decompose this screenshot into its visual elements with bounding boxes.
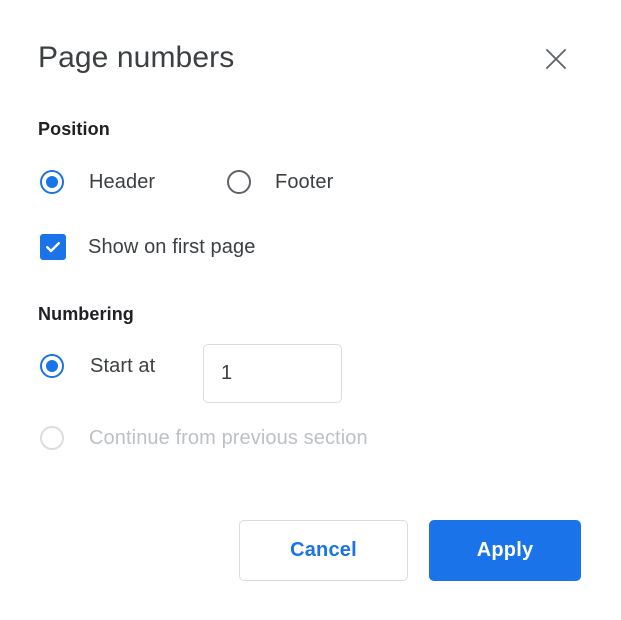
cancel-button[interactable]: Cancel bbox=[239, 520, 408, 581]
radio-option-start-at[interactable]: Start at bbox=[40, 354, 155, 378]
radio-option-header[interactable]: Header bbox=[40, 170, 155, 194]
checkbox-show-on-first-page-label: Show on first page bbox=[88, 236, 256, 258]
section-heading-numbering: Numbering bbox=[38, 304, 134, 324]
close-button[interactable] bbox=[538, 41, 574, 77]
radio-option-continue-from-previous-section: Continue from previous section bbox=[40, 426, 368, 450]
radio-start-at-icon[interactable] bbox=[40, 354, 64, 378]
checkmark-icon[interactable] bbox=[40, 234, 66, 260]
dialog-header: Page numbers bbox=[0, 0, 621, 100]
start-at-input[interactable] bbox=[203, 344, 342, 403]
radio-header-label: Header bbox=[89, 171, 156, 193]
checkbox-show-on-first-page[interactable]: Show on first page bbox=[40, 234, 255, 260]
radio-start-at-label: Start at bbox=[90, 355, 156, 377]
page-title: Page numbers bbox=[38, 41, 235, 74]
radio-footer-label: Footer bbox=[275, 171, 334, 193]
radio-footer-icon[interactable] bbox=[227, 170, 251, 194]
radio-continue-label: Continue from previous section bbox=[89, 427, 368, 449]
radio-continue-icon bbox=[40, 426, 64, 450]
radio-option-footer[interactable]: Footer bbox=[227, 170, 333, 194]
close-icon bbox=[545, 48, 567, 70]
section-heading-position: Position bbox=[38, 119, 110, 139]
apply-button[interactable]: Apply bbox=[429, 520, 581, 581]
page-numbers-dialog: Page numbers Position Header Footer Show… bbox=[0, 0, 621, 620]
radio-header-icon[interactable] bbox=[40, 170, 64, 194]
